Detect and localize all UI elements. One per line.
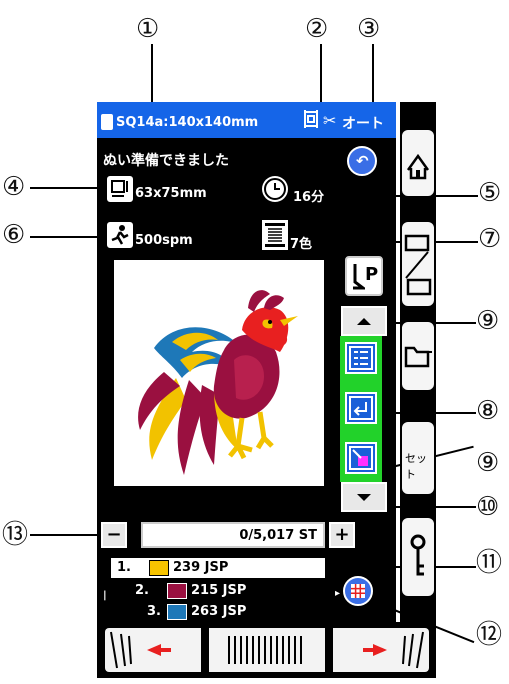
thread-index: 1. (117, 560, 131, 575)
speed-value: 500spm (135, 233, 193, 248)
lock-button[interactable] (400, 516, 436, 598)
grid-button[interactable] (343, 576, 373, 606)
size-value: 63x75mm (135, 186, 207, 201)
callout-5: ⑤ (478, 178, 502, 208)
thread-color-swatch (167, 583, 187, 599)
thread-code: 263 JSP (191, 604, 247, 619)
open-file-button[interactable] (400, 320, 436, 392)
speed-icon (107, 222, 133, 248)
color-jump-button[interactable] (345, 442, 377, 474)
callout-8: ⑧ (476, 396, 500, 426)
callout-1: ① (136, 14, 160, 44)
hoop-icon (101, 114, 113, 130)
slider-lines-icon (228, 636, 302, 664)
thread-list-row-3[interactable]: 3. 263 JSP (111, 602, 325, 622)
callout-10: ⑩ (476, 492, 500, 522)
thread-list-row-1[interactable]: 1. 239 JSP (111, 558, 325, 578)
thread-spool-icon (262, 220, 288, 250)
minus-icon: − (106, 524, 122, 545)
rooster-embroidery-image (138, 290, 298, 475)
return-button[interactable] (345, 392, 377, 424)
status-message: ぬい準備できました (103, 153, 229, 169)
plus-icon: + (334, 524, 350, 545)
scroll-indicator-left: | (103, 590, 107, 601)
thread-index: 3. (147, 604, 161, 619)
scroll-down-button[interactable] (341, 482, 387, 512)
edit-button-group (340, 336, 382, 482)
size-icon (107, 176, 133, 202)
bobbin-icon (302, 108, 320, 130)
callout-7: ⑦ (478, 224, 502, 254)
callout-6: ⑥ (2, 220, 26, 250)
set-button-label: セット (405, 452, 427, 481)
home-icon (406, 153, 430, 180)
colors-value: 7色 (290, 237, 313, 252)
callout-9b: ⑨ (476, 448, 500, 478)
mode-label: オート (342, 116, 384, 132)
next-button[interactable] (333, 628, 429, 672)
thread-code: 239 JSP (173, 560, 229, 575)
presser-foot-button[interactable]: P (345, 256, 383, 296)
thread-color-swatch (167, 604, 187, 620)
presser-foot-icon (351, 262, 368, 290)
right-arrow-icon (363, 631, 424, 669)
folder-icon (404, 346, 432, 368)
minus-button[interactable]: − (101, 522, 127, 548)
thread-list-row-2[interactable]: 2. 215 JSP (111, 581, 325, 601)
callout-2: ② (305, 14, 329, 44)
plus-button[interactable]: + (329, 522, 355, 548)
triangle-up-icon (357, 318, 371, 325)
color-list-button[interactable] (345, 342, 377, 374)
key-icon (410, 534, 426, 576)
sewing-machine-icon (404, 234, 432, 296)
mode-switch-button[interactable] (400, 220, 436, 308)
home-button[interactable] (400, 128, 436, 198)
embroidery-screen: SQ14a:140x140mm ✂ オート ぬい準備できました ↶ 63x75m… (97, 102, 396, 622)
back-button[interactable]: ↶ (347, 146, 377, 176)
list-icon (349, 346, 373, 370)
thread-index: 2. (135, 583, 149, 598)
left-arrow-icon (110, 631, 171, 669)
design-preview (114, 260, 324, 486)
callout-12: ⑫ (476, 620, 503, 650)
callout-3: ③ (357, 14, 381, 44)
bottom-bar (97, 622, 436, 678)
thread-color-swatch (149, 560, 169, 576)
callout-11: ⑪ (476, 548, 503, 578)
grid-icon (351, 584, 365, 598)
scroll-indicator-right-icon: ▸ (335, 588, 341, 599)
return-arrow-icon (349, 396, 373, 420)
prev-button[interactable] (105, 628, 201, 672)
callout-4: ④ (2, 172, 26, 202)
clock-icon (262, 176, 288, 202)
set-button[interactable]: セット (400, 420, 436, 496)
rotate-arrow-icon: ↶ (356, 152, 369, 170)
scroll-up-button[interactable] (341, 306, 387, 336)
stitch-counter-value: 0/5,017 ST (239, 528, 317, 543)
title-bar: SQ14a:140x140mm ✂ オート (97, 102, 396, 138)
presser-foot-label: P (365, 264, 379, 285)
time-value: 16分 (293, 190, 325, 205)
stitch-counter-field: 0/5,017 ST (141, 522, 325, 548)
stitch-slider[interactable] (209, 628, 325, 672)
thread-code: 215 JSP (191, 583, 247, 598)
callout-13: ⑬ (2, 520, 29, 550)
thread-cut-icon: ✂ (323, 111, 337, 130)
triangle-down-icon (357, 494, 371, 501)
design-label: SQ14a:140x140mm (116, 115, 259, 130)
callout-9a: ⑨ (476, 306, 500, 336)
color-jump-icon (349, 446, 373, 470)
